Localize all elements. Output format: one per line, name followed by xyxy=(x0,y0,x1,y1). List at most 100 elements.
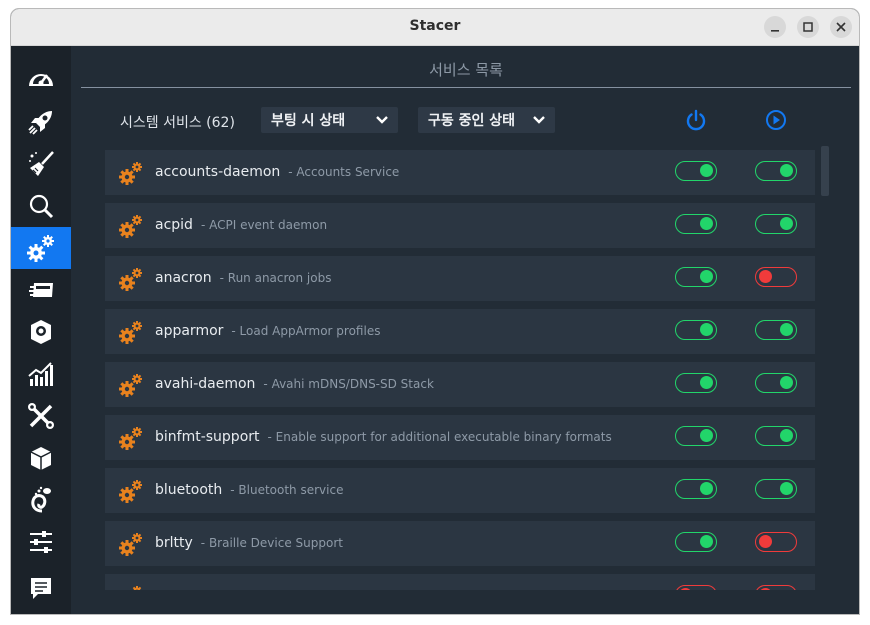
sidebar-item-settings[interactable] xyxy=(11,521,71,563)
service-name: accounts-daemon - Accounts Service xyxy=(155,164,399,180)
boot-toggle[interactable] xyxy=(675,320,717,340)
service-row: apparmor - Load AppArmor profiles xyxy=(105,309,815,354)
running-toggle[interactable] xyxy=(755,479,797,499)
service-name-text: brltty xyxy=(155,535,193,551)
toggle-knob xyxy=(759,588,772,590)
service-gear-icon xyxy=(117,318,145,350)
service-description: - Bluetooth service xyxy=(230,483,344,497)
service-row: avahi-daemon - Avahi mDNS/DNS-SD Stack xyxy=(105,362,815,407)
toggle-knob xyxy=(700,270,713,283)
feedback-icon xyxy=(31,578,51,599)
play-circle-icon xyxy=(766,110,786,130)
boot-toggle[interactable] xyxy=(675,373,717,393)
resources-icon xyxy=(28,362,53,386)
toggle-knob xyxy=(700,323,713,336)
minimize-icon xyxy=(771,30,779,32)
toggle-knob xyxy=(700,376,713,389)
boot-status-dropdown-label: 부팅 시 상태 xyxy=(271,113,346,129)
service-row: binfmt-support - Enable support for addit… xyxy=(105,415,815,460)
toggle-knob xyxy=(780,323,793,336)
running-toggle[interactable] xyxy=(755,214,797,234)
boot-toggle[interactable] xyxy=(675,426,717,446)
service-name: anacron - Run anacron jobs xyxy=(155,270,331,286)
sidebar-item-feedback[interactable] xyxy=(11,567,71,609)
sidebar-item-processes[interactable] xyxy=(11,269,71,311)
service-name xyxy=(155,588,163,590)
scrollbar-thumb[interactable] xyxy=(821,146,829,196)
service-row: anacron - Run anacron jobs xyxy=(105,256,815,301)
rocket-icon xyxy=(28,111,52,135)
service-gear-icon xyxy=(117,265,145,297)
minimize-button[interactable] xyxy=(764,16,786,38)
toggle-knob xyxy=(759,535,772,548)
title-bar: Stacer xyxy=(11,9,859,46)
sidebar-item-cleaner[interactable] xyxy=(11,143,71,185)
service-name: acpid - ACPI event daemon xyxy=(155,217,327,233)
service-gear-icon xyxy=(117,212,145,244)
boot-toggle[interactable] xyxy=(675,532,717,552)
boot-toggle[interactable] xyxy=(675,479,717,499)
service-name: bluetooth - Bluetooth service xyxy=(155,482,343,498)
boot-status-dropdown[interactable]: 부팅 시 상태 xyxy=(261,107,398,133)
close-button[interactable] xyxy=(830,16,852,38)
toggle-knob xyxy=(780,217,793,230)
service-gear-icon xyxy=(117,371,145,403)
settings-sliders-icon xyxy=(30,531,52,553)
service-name-text: bluetooth xyxy=(155,482,223,498)
page-title: 서비스 목록 xyxy=(429,61,503,79)
running-toggle[interactable] xyxy=(755,373,797,393)
chevron-down-icon xyxy=(376,116,388,124)
sidebar-item-search[interactable] xyxy=(11,185,71,227)
service-row: acpid - ACPI event daemon xyxy=(105,203,815,248)
service-gear-icon xyxy=(117,530,145,562)
toggle-knob xyxy=(700,482,713,495)
boot-toggle[interactable] xyxy=(675,585,717,590)
service-description: - Accounts Service xyxy=(288,165,400,179)
sidebar-item-services[interactable] xyxy=(11,227,71,269)
sidebar-item-apt[interactable] xyxy=(11,437,71,479)
running-toggle[interactable] xyxy=(755,161,797,181)
service-gear-icon xyxy=(117,477,145,509)
running-toggle[interactable] xyxy=(755,267,797,287)
toggle-knob xyxy=(700,217,713,230)
service-name-text: avahi-daemon xyxy=(155,376,256,392)
service-list: accounts-daemon - Accounts Service acpid - … xyxy=(105,150,815,590)
boot-toggle[interactable] xyxy=(675,161,717,181)
running-toggle[interactable] xyxy=(755,320,797,340)
service-name: avahi-daemon - Avahi mDNS/DNS-SD Stack xyxy=(155,376,434,392)
toggle-knob xyxy=(700,535,713,548)
app-window: Stacer 서비스 목록 시스템 서비스 (62) 부팅 시 상태 구동 중인… xyxy=(10,8,860,615)
running-toggle[interactable] xyxy=(755,426,797,446)
window-title: Stacer xyxy=(409,18,461,34)
service-name-text: anacron xyxy=(155,270,212,286)
running-toggle[interactable] xyxy=(755,585,797,590)
uninstaller-icon xyxy=(31,320,51,344)
service-description: - Braille Device Support xyxy=(200,536,343,550)
service-description: - Enable support for additional executab… xyxy=(267,430,612,444)
service-name-text: apparmor xyxy=(155,323,224,339)
service-gear-icon xyxy=(117,159,145,191)
service-description: - Avahi mDNS/DNS-SD Stack xyxy=(263,377,434,391)
sidebar-item-dashboard[interactable] xyxy=(11,59,71,101)
service-name: brltty - Braille Device Support xyxy=(155,535,343,551)
maximize-button[interactable] xyxy=(797,16,819,38)
sidebar-item-startup[interactable] xyxy=(11,101,71,143)
boot-toggle[interactable] xyxy=(675,214,717,234)
service-name-text: acpid xyxy=(155,217,193,233)
running-status-dropdown[interactable]: 구동 중인 상태 xyxy=(418,107,555,133)
sidebar-item-gnome[interactable] xyxy=(11,479,71,521)
boot-toggle[interactable] xyxy=(675,267,717,287)
toggle-knob xyxy=(780,482,793,495)
gears-icon xyxy=(27,235,54,262)
broom-icon xyxy=(29,151,54,176)
chevron-down-icon xyxy=(533,116,545,124)
dashboard-icon xyxy=(29,74,53,86)
service-row xyxy=(105,574,815,590)
toggle-knob xyxy=(780,164,793,177)
service-description: - Load AppArmor profiles xyxy=(231,324,381,338)
sidebar-item-tools[interactable] xyxy=(11,395,71,437)
sidebar-item-uninstaller[interactable] xyxy=(11,311,71,353)
sidebar-item-resources[interactable] xyxy=(11,353,71,395)
toggle-knob xyxy=(780,376,793,389)
running-toggle[interactable] xyxy=(755,532,797,552)
